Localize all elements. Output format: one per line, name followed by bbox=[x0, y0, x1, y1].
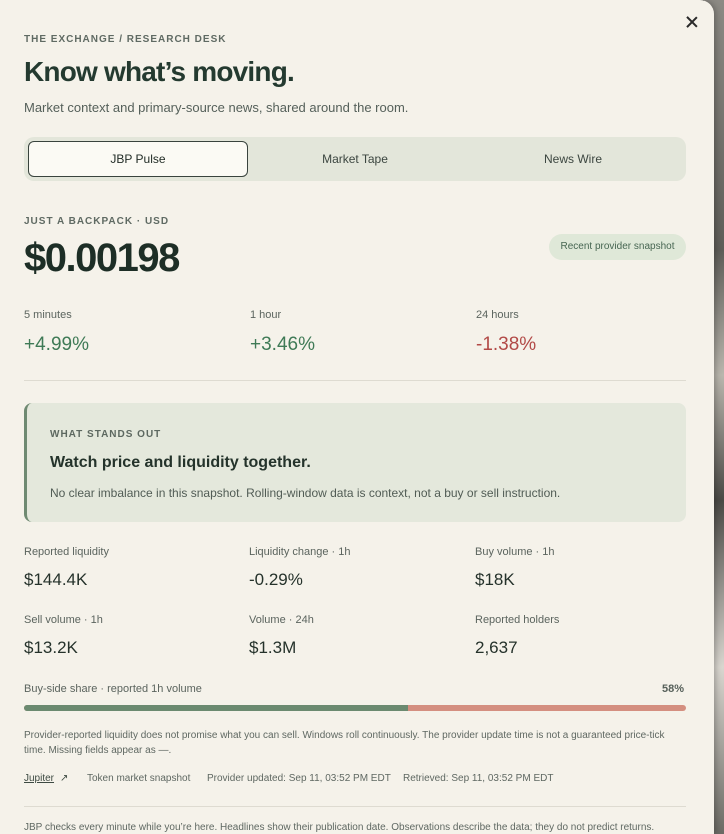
callout-body: No clear imbalance in this snapshot. Rol… bbox=[50, 486, 561, 500]
tab-news-wire[interactable]: News Wire bbox=[464, 141, 682, 177]
metric-value-buy-volume: $18K bbox=[475, 570, 515, 589]
change-value-5m: +4.99% bbox=[24, 334, 89, 355]
section-kicker: THE EXCHANGE / RESEARCH DESK bbox=[24, 34, 227, 45]
source-type: Token market snapshot bbox=[87, 773, 191, 784]
source-link[interactable]: Jupiter ↗ bbox=[24, 773, 68, 784]
asset-price: $0.00198 bbox=[24, 236, 180, 280]
change-value-24h: -1.38% bbox=[476, 334, 537, 355]
divider bbox=[24, 380, 686, 381]
metric-label-buy-volume: Buy volume · 1h bbox=[475, 546, 555, 558]
tab-jbp-pulse[interactable]: JBP Pulse bbox=[28, 141, 248, 177]
change-label-1h: 1 hour bbox=[250, 309, 282, 321]
metric-label-liquidity-change: Liquidity change · 1h bbox=[249, 546, 351, 558]
change-label-5m: 5 minutes bbox=[24, 309, 72, 321]
research-panel: THE EXCHANGE / RESEARCH DESK Know what’s… bbox=[0, 0, 714, 834]
close-icon[interactable] bbox=[682, 12, 702, 32]
footer-note: JBP checks every minute while you’re her… bbox=[24, 822, 655, 833]
metric-value-liquidity: $144.4K bbox=[24, 570, 88, 589]
insight-callout: WHAT STANDS OUT Watch price and liquidit… bbox=[24, 403, 686, 522]
metric-label-liquidity: Reported liquidity bbox=[24, 546, 109, 558]
metric-value-holders: 2,637 bbox=[475, 638, 518, 657]
metric-label-volume-24h: Volume · 24h bbox=[249, 614, 314, 626]
buy-share-fill bbox=[24, 705, 408, 711]
provider-updated: Provider updated: Sep 11, 03:52 PM EDT bbox=[207, 773, 391, 784]
tab-market-tape[interactable]: Market Tape bbox=[246, 141, 464, 177]
page-subtitle: Market context and primary-source news, … bbox=[24, 100, 409, 115]
change-value-1h: +3.46% bbox=[250, 334, 315, 355]
buy-share-bar bbox=[24, 705, 686, 711]
buy-share-label: Buy-side share · reported 1h volume bbox=[24, 683, 202, 695]
metric-value-volume-24h: $1.3M bbox=[249, 638, 297, 657]
metric-value-liquidity-change: -0.29% bbox=[249, 570, 303, 589]
retrieved-time: Retrieved: Sep 11, 03:52 PM EDT bbox=[403, 773, 554, 784]
tab-bar: JBP Pulse Market Tape News Wire bbox=[24, 137, 686, 181]
change-label-24h: 24 hours bbox=[476, 309, 519, 321]
page-title: Know what’s moving. bbox=[24, 56, 295, 87]
buy-share-percent: 58% bbox=[662, 683, 685, 695]
callout-kicker: WHAT STANDS OUT bbox=[50, 429, 162, 440]
source-link-text[interactable]: Jupiter bbox=[24, 773, 54, 784]
metric-label-sell-volume: Sell volume · 1h bbox=[24, 614, 103, 626]
external-link-icon: ↗ bbox=[60, 773, 69, 784]
metric-value-sell-volume: $13.2K bbox=[24, 638, 78, 657]
callout-title: Watch price and liquidity together. bbox=[50, 454, 311, 471]
disclaimer-text: Provider-reported liquidity does not pro… bbox=[24, 730, 665, 756]
asset-name: JUST A BACKPACK · USD bbox=[24, 216, 170, 227]
footer-divider bbox=[24, 806, 686, 807]
metric-label-holders: Reported holders bbox=[475, 614, 560, 626]
snapshot-badge: Recent provider snapshot bbox=[549, 234, 686, 260]
